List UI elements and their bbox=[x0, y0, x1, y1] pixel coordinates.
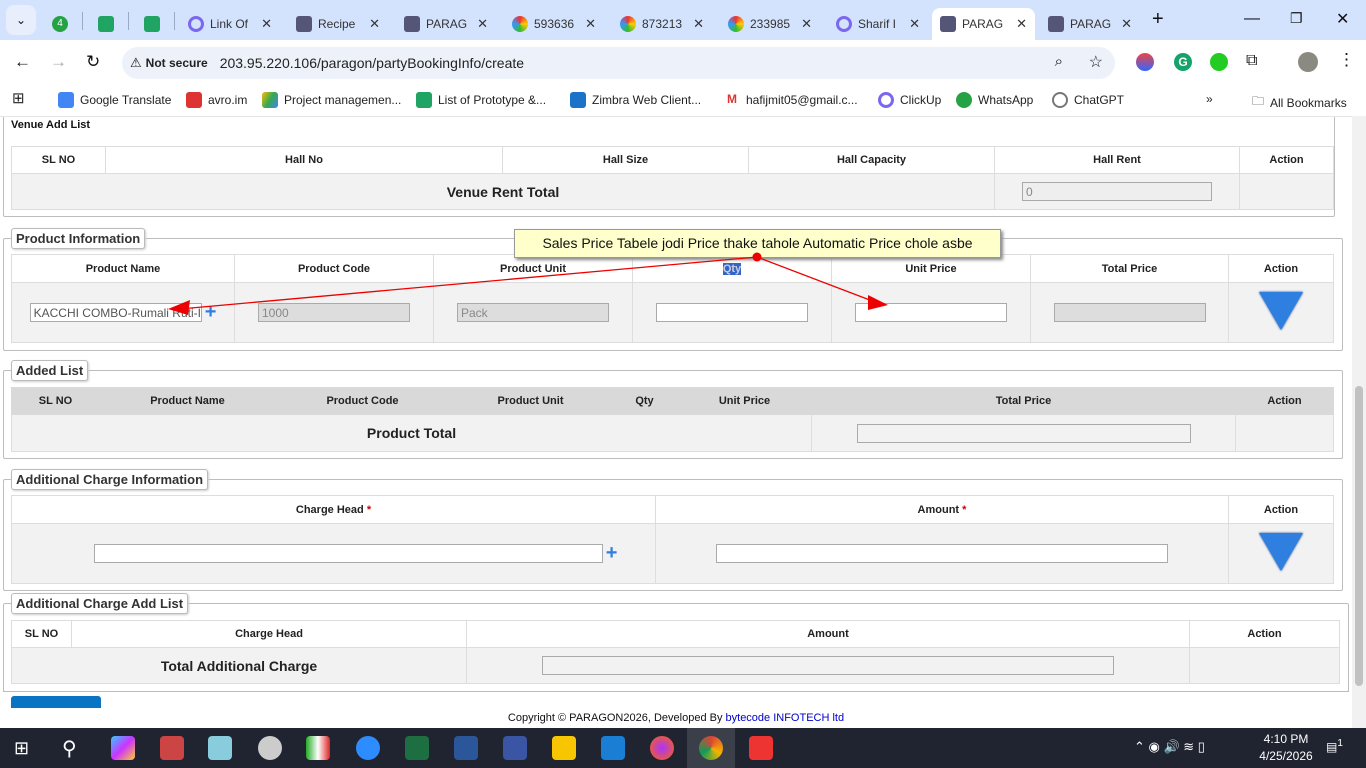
taskbar: ⊞ ⚲ ⌃ ◉ 🔊 ≋ ▯ 4:10 PM 4/25/2026 ▤1 bbox=[0, 728, 1366, 768]
anydesk-icon[interactable] bbox=[749, 736, 773, 760]
visio-icon[interactable] bbox=[503, 736, 527, 760]
app-icon[interactable] bbox=[208, 736, 232, 760]
clock[interactable]: 4:10 PM 4/25/2026 bbox=[1256, 732, 1316, 763]
windows-start-icon[interactable]: ⊞ bbox=[14, 738, 29, 759]
app-icon[interactable] bbox=[160, 736, 184, 760]
app-icon[interactable] bbox=[306, 736, 330, 760]
word-icon[interactable] bbox=[454, 736, 478, 760]
arrowhead-icon bbox=[868, 295, 888, 310]
scrollbar[interactable] bbox=[1352, 116, 1366, 728]
excel-icon[interactable] bbox=[405, 736, 429, 760]
annotation-dot bbox=[752, 252, 762, 262]
zoom-app-icon[interactable] bbox=[356, 736, 380, 760]
notifications-icon[interactable]: ▤1 bbox=[1326, 738, 1343, 754]
scrollbar-thumb[interactable] bbox=[1355, 386, 1363, 686]
app-icon[interactable] bbox=[601, 736, 625, 760]
tray-icons[interactable]: ⌃ ◉ 🔊 ≋ ▯ bbox=[1134, 739, 1205, 755]
annotation-arrows bbox=[168, 252, 888, 315]
sticky-notes-icon[interactable] bbox=[552, 736, 576, 760]
developer-link[interactable]: bytecode INFOTECH ltd bbox=[726, 712, 845, 724]
arrow-to-unit-price bbox=[756, 256, 876, 303]
arrowhead-icon bbox=[168, 300, 190, 315]
arrow-to-product-name bbox=[179, 256, 758, 310]
chrome-taskbar-active[interactable] bbox=[687, 728, 735, 768]
copilot-icon[interactable] bbox=[111, 736, 135, 760]
search-icon[interactable]: ⚲ bbox=[62, 736, 77, 761]
footer: Copyright © PARAGON2026, Developed By by… bbox=[507, 712, 845, 724]
whatsapp-icon[interactable] bbox=[258, 736, 282, 760]
firefox-icon[interactable] bbox=[650, 736, 674, 760]
